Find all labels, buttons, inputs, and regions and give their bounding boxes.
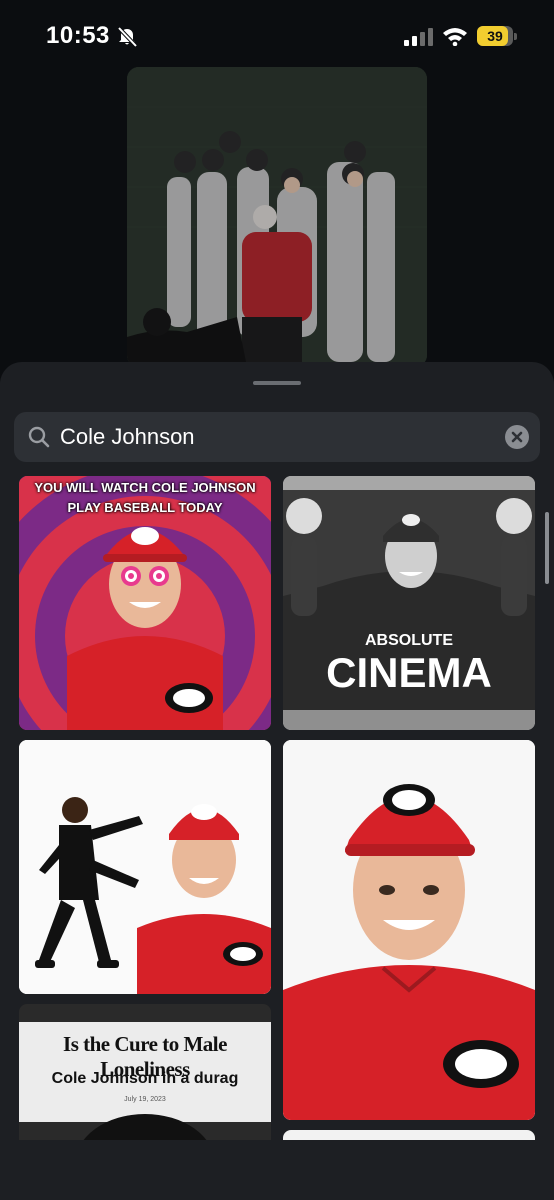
hypnotic-caption: YOU WILL WATCH COLE JOHNSON PLAY BASEBAL… [34,480,256,515]
gif-result-newspaper[interactable]: Is the Cure to Male Loneliness Cole John… [19,1004,271,1140]
portrait-gif-image [283,740,535,1120]
gif-result-absolute-cinema[interactable]: ABSOLUTE CINEMA [283,476,535,730]
presenting-gif-image [19,740,271,994]
bell-slash-icon [117,26,138,48]
battery-percentage: 39 [487,28,503,44]
gif-result-presenting[interactable] [19,740,271,994]
newspaper-date: July 19, 2023 [124,1096,166,1103]
absolute-caption: ABSOLUTE [365,632,453,649]
battery-icon: 39 [477,26,517,46]
sheet-grabber[interactable] [253,381,301,385]
signal-icon [404,28,433,46]
preview-scene-image [127,67,427,367]
results-grid: YOU WILL WATCH COLE JOHNSON PLAY BASEBAL… [0,476,554,1140]
gif-result-portrait[interactable] [283,740,535,1120]
status-time: 10:53 [46,22,110,49]
search-bar[interactable] [14,412,540,462]
cinema-caption: CINEMA [326,649,492,696]
gif-result-partial[interactable] [283,1130,535,1140]
newspaper-subline: Cole Johnson in a durag [51,1070,239,1087]
status-bar: 10:53 39 [0,0,554,70]
search-input[interactable] [60,412,500,462]
clear-icon[interactable] [505,425,529,449]
search-icon [28,426,50,448]
video-preview[interactable] [127,67,427,367]
gif-result-hypnotic[interactable]: YOU WILL WATCH COLE JOHNSON PLAY BASEBAL… [19,476,271,730]
scrollbar[interactable] [545,512,549,584]
gif-search-sheet: YOU WILL WATCH COLE JOHNSON PLAY BASEBAL… [0,362,554,1200]
wifi-icon [443,28,467,46]
